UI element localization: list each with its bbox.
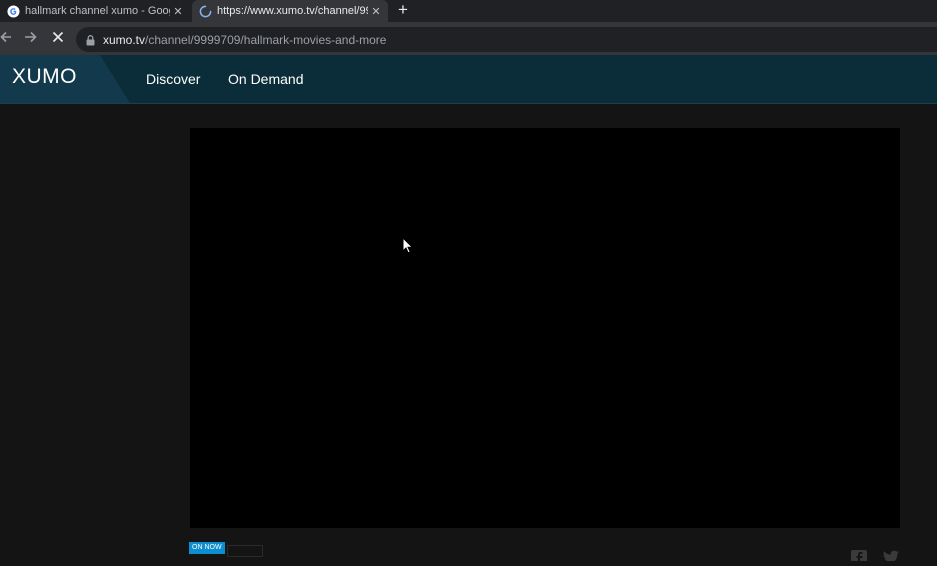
facebook-icon[interactable] (851, 548, 867, 566)
badge-outline (227, 545, 263, 557)
url-text[interactable]: xumo.tv/channel/9999709/hallmark-movies-… (103, 33, 386, 47)
twitter-icon[interactable] (883, 548, 900, 566)
url-path: /channel/9999709/hallmark-movies-and-mor… (145, 33, 387, 47)
loading-spinner-icon (198, 4, 212, 18)
forward-arrow-icon[interactable] (24, 30, 37, 48)
tab-strip: hallmark channel xumo - Google Search ✕ … (0, 0, 937, 22)
tab-xumo-channel[interactable]: https://www.xumo.tv/channel/9999709/hall… (192, 0, 388, 22)
close-tab-icon[interactable]: ✕ (170, 5, 186, 18)
google-g-icon (6, 4, 20, 18)
xumo-logo[interactable]: XUMO (12, 65, 77, 89)
video-player[interactable] (190, 128, 900, 528)
mouse-pointer-icon (402, 236, 414, 259)
tab-google-search[interactable]: hallmark channel xumo - Google Search ✕ (0, 0, 190, 22)
back-arrow-icon[interactable] (0, 30, 12, 48)
address-bar[interactable]: xumo.tv/channel/9999709/hallmark-movies-… (76, 27, 937, 52)
lock-icon[interactable] (86, 33, 95, 51)
new-tab-icon[interactable]: + (398, 1, 408, 19)
tab-title: https://www.xumo.tv/channel/9999709/hall… (217, 5, 368, 17)
nav-on-demand[interactable]: On Demand (228, 71, 303, 87)
on-now-badge: ON NOW (189, 542, 225, 554)
nav-discover[interactable]: Discover (146, 71, 200, 87)
header-divider (0, 103, 937, 104)
tab-title: hallmark channel xumo - Google Search (25, 5, 170, 17)
stop-loading-icon[interactable] (52, 30, 64, 48)
close-tab-icon[interactable]: ✕ (368, 5, 384, 18)
url-host: xumo.tv (103, 33, 146, 47)
site-header: XUMO Discover On Demand (0, 55, 937, 103)
